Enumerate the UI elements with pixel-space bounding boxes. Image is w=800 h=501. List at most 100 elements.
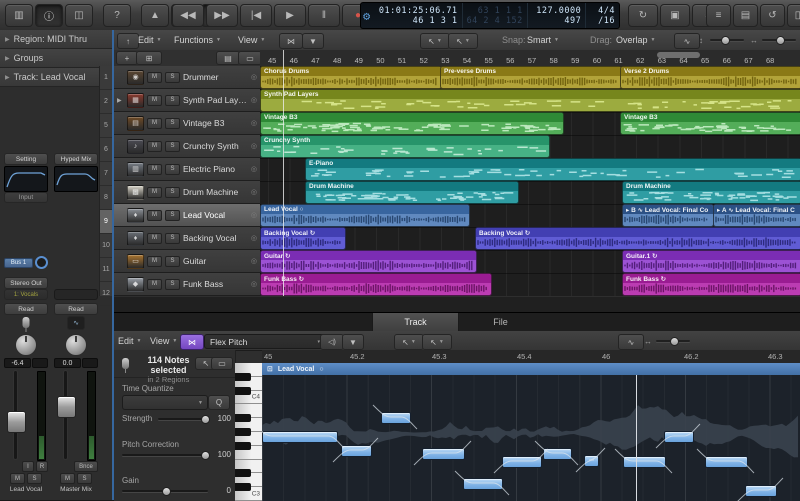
editor-ruler-tick-45.4[interactable]: 45.4 [517,352,532,361]
region-drum-machine[interactable]: Drum Machine [622,181,800,204]
input-monitor-icon[interactable]: ◎ [251,119,257,127]
left-click-tool-menu[interactable]: ↖▼ [420,33,450,49]
metronome-button[interactable]: ▲ [141,4,169,27]
groups-inspector-header[interactable]: ▶ Groups [0,49,112,68]
lcd-tempo-sub[interactable]: 497 [532,16,582,26]
region-chorus-drums[interactable]: Chorus Drums [260,66,442,89]
time-quantize-select[interactable]: ▼ [122,395,208,410]
track-lane-7[interactable]: E-Piano [260,158,800,182]
track-solo-button[interactable]: S [165,164,180,175]
disclosure-triangle-icon[interactable]: ▶ [117,97,122,104]
horizontal-zoom-slider[interactable] [762,39,796,41]
editor-ruler-tick-45.3[interactable]: 45.3 [432,352,447,361]
region-lead-vocal[interactable]: Lead Vocal ○ [260,204,470,227]
ruler-bar-57[interactable]: 57 [528,56,536,65]
region-synth-pad-layers[interactable]: Synth Pad Layers [260,89,800,112]
ruler-bar-51[interactable]: 51 [398,56,406,65]
track-lane-11[interactable]: Guitar ↻ Guitar.1 ↻ [260,250,800,274]
track-solo-button[interactable]: S [165,256,180,267]
record-enable-button[interactable]: R [36,461,48,472]
lcd-tempo-cell[interactable]: 127.0000 497 [528,3,587,28]
track-mute-button[interactable]: M [147,279,162,290]
track-mute-button[interactable]: M [147,256,162,267]
go-to-beginning-button[interactable]: |◀ [240,4,272,27]
waveform-zoom-button[interactable]: ∿ [674,33,700,49]
region-crunchy-synth[interactable]: Crunchy Synth [260,135,550,158]
ruler-bar-63[interactable]: 63 [658,56,666,65]
track-lane-12[interactable]: Funk Bass ↻Funk Bass ↻ [260,273,800,297]
autopunch-button[interactable]: ▣ [660,4,690,27]
gain-slider[interactable] [122,490,208,492]
track-mute-button[interactable]: M [147,233,162,244]
track-mute-button[interactable]: M [147,72,162,83]
ruler-bar-64[interactable]: 64 [679,56,687,65]
track-header-drummer[interactable]: ◉MSDrummer◎ [114,66,260,89]
region-funk-bass[interactable]: Funk Bass ↻ [260,273,492,296]
lcd-right-locator[interactable]: 64 2 4 152 [467,16,523,26]
channel-setting-button[interactable]: Hyped Mix [54,153,98,165]
region-guitar-1[interactable]: Guitar.1 ↻ [622,250,800,273]
volume-fader[interactable] [7,371,31,459]
editor-ruler-tick-46.3[interactable]: 46.3 [768,352,783,361]
track-number-8[interactable]: 8 [100,186,112,210]
pan-knob[interactable] [65,334,87,356]
ruler-bar-65[interactable]: 65 [701,56,709,65]
track-lane-8[interactable]: Drum MachineDrum Machine [260,181,800,205]
functions-menu[interactable]: Functions▼ [174,33,221,47]
lcd-left-locator[interactable]: 63 1 1 1 [467,6,523,16]
lcd-tempo[interactable]: 127.0000 [532,6,582,16]
flex-mode-select[interactable]: Flex Pitch ▾ [204,334,326,349]
eq-thumbnail[interactable] [4,166,48,192]
region-vintage-b3[interactable]: Vintage B3 [260,112,564,135]
piano-keyboard[interactable]: C4C3 [235,363,262,501]
piano-black-key[interactable] [235,469,251,477]
input-monitor-icon[interactable]: ◎ [251,234,257,242]
ruler-bar-61[interactable]: 61 [614,56,622,65]
lcd-division[interactable]: /16 [590,16,615,26]
eq-thumbnail[interactable] [54,166,98,192]
library-button[interactable]: ▥ [5,4,33,27]
catch-playhead-button[interactable]: ↑ [117,33,139,49]
bar-ruler[interactable]: 4546474849505152535455565758596061626364… [260,50,800,67]
tab-file[interactable]: File [458,313,543,331]
automation-mode-button[interactable]: Read [54,303,98,315]
lcd-smpte-time[interactable]: 01:01:25:06.71 [376,6,457,16]
piano-black-key[interactable] [235,373,251,381]
track-mute-button[interactable]: M [147,95,162,106]
lcd-bar-position[interactable]: 46 1 3 1 [376,16,457,26]
piano-black-key[interactable] [235,414,251,422]
input-monitor-icon[interactable]: ◎ [251,165,257,173]
track-lane-9[interactable]: Lead Vocal ○▸ B ∿ Lead Vocal: Final Co▸ … [260,204,800,228]
region-lead-vocal-final-co[interactable]: ▸ B ∿ Lead Vocal: Final Co [622,204,714,227]
region-pre-verse-drums[interactable]: Pre-verse Drums [440,66,622,89]
editor-beat-ruler[interactable]: 4545.245.345.44646.246.3 [262,350,800,364]
pitch-correction-slider[interactable] [122,454,208,456]
input-monitor-icon[interactable]: ◎ [251,280,257,288]
ruler-bar-60[interactable]: 60 [593,56,601,65]
ruler-bar-53[interactable]: 53 [441,56,449,65]
channel-strip-name[interactable]: Lead Vocal [3,486,49,493]
view-menu[interactable]: View▼ [238,33,265,47]
volume-display[interactable]: 0.0 [54,358,98,368]
input-monitor-icon[interactable]: ◎ [251,73,257,81]
disclosure-triangle-icon[interactable]: ▶ [5,55,10,62]
track-solo-button[interactable]: S [165,187,180,198]
output-slot[interactable]: Stereo Out [4,277,48,289]
disclosure-triangle-icon[interactable]: ▶ [5,74,10,81]
solo-button[interactable]: S [27,473,42,484]
inspector-button[interactable]: ⓘ [35,4,63,27]
track-header-lead-vocal[interactable]: ♦MSLead Vocal◎ [114,204,260,227]
send-slot[interactable]: Bus 1 [4,258,33,268]
input-monitor-button[interactable]: I [22,461,34,472]
left-click-tool-menu[interactable]: ↖▼ [394,334,424,350]
fader-thumb[interactable] [57,396,76,418]
track-lane-1[interactable]: Chorus DrumsPre-verse DrumsVerse 2 Drums [260,66,800,90]
track-solo-button[interactable]: S [165,95,180,106]
track-number-2[interactable]: 2 [100,90,112,114]
editor-playhead[interactable] [636,375,637,501]
list-editors-button[interactable]: ≡ [706,4,731,27]
region-guitar[interactable]: Guitar ↻ [260,250,477,273]
track-number-11[interactable]: 11 [100,258,112,282]
input-slot[interactable]: Input [4,192,48,203]
track-number-1[interactable]: 1 [100,66,112,90]
